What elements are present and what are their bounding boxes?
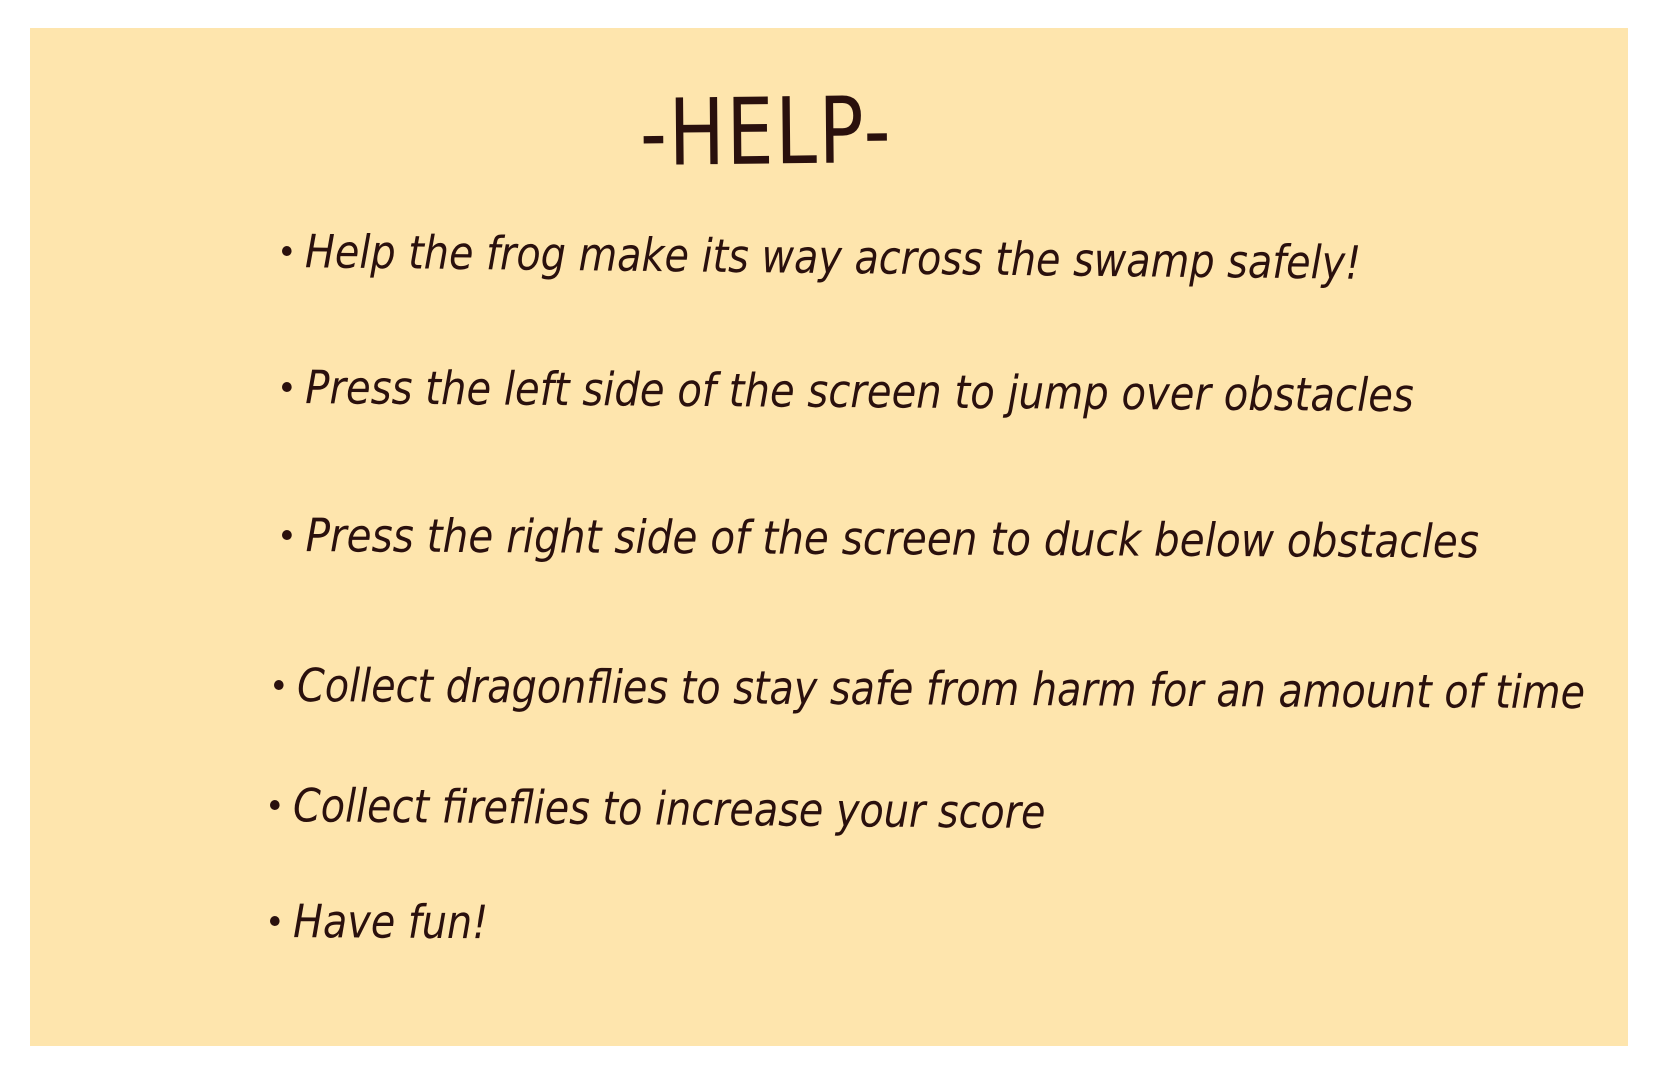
bullet-icon — [269, 915, 280, 926]
help-item: Collect dragonflies to stay safe from ha… — [273, 658, 1586, 720]
help-item: Press the right side of the screen to du… — [281, 508, 1480, 569]
bullet-icon — [281, 529, 292, 540]
bullet-icon — [269, 799, 280, 810]
help-item: Collect fireflies to increase your score — [269, 778, 1046, 840]
help-item: Help the frog make its way across the sw… — [281, 224, 1362, 290]
bullet-icon — [281, 381, 292, 392]
bullet-icon — [273, 679, 284, 690]
bullet-icon — [281, 245, 292, 256]
help-card: -HELP- Help the frog make its way across… — [30, 28, 1628, 1046]
help-item-text: Have fun! — [292, 894, 489, 950]
help-item-text: Press the right side of the screen to du… — [305, 508, 1480, 569]
help-item-text: Collect dragonflies to stay safe from ha… — [296, 658, 1586, 720]
help-item-text: Collect fireflies to increase your score — [292, 778, 1046, 840]
help-title: -HELP- — [639, 77, 893, 187]
help-item-text: Press the left side of the screen to jum… — [305, 360, 1415, 423]
help-item: Have fun! — [269, 894, 489, 950]
help-item-text: Help the frog make its way across the sw… — [304, 224, 1362, 290]
help-item: Press the left side of the screen to jum… — [281, 360, 1415, 423]
